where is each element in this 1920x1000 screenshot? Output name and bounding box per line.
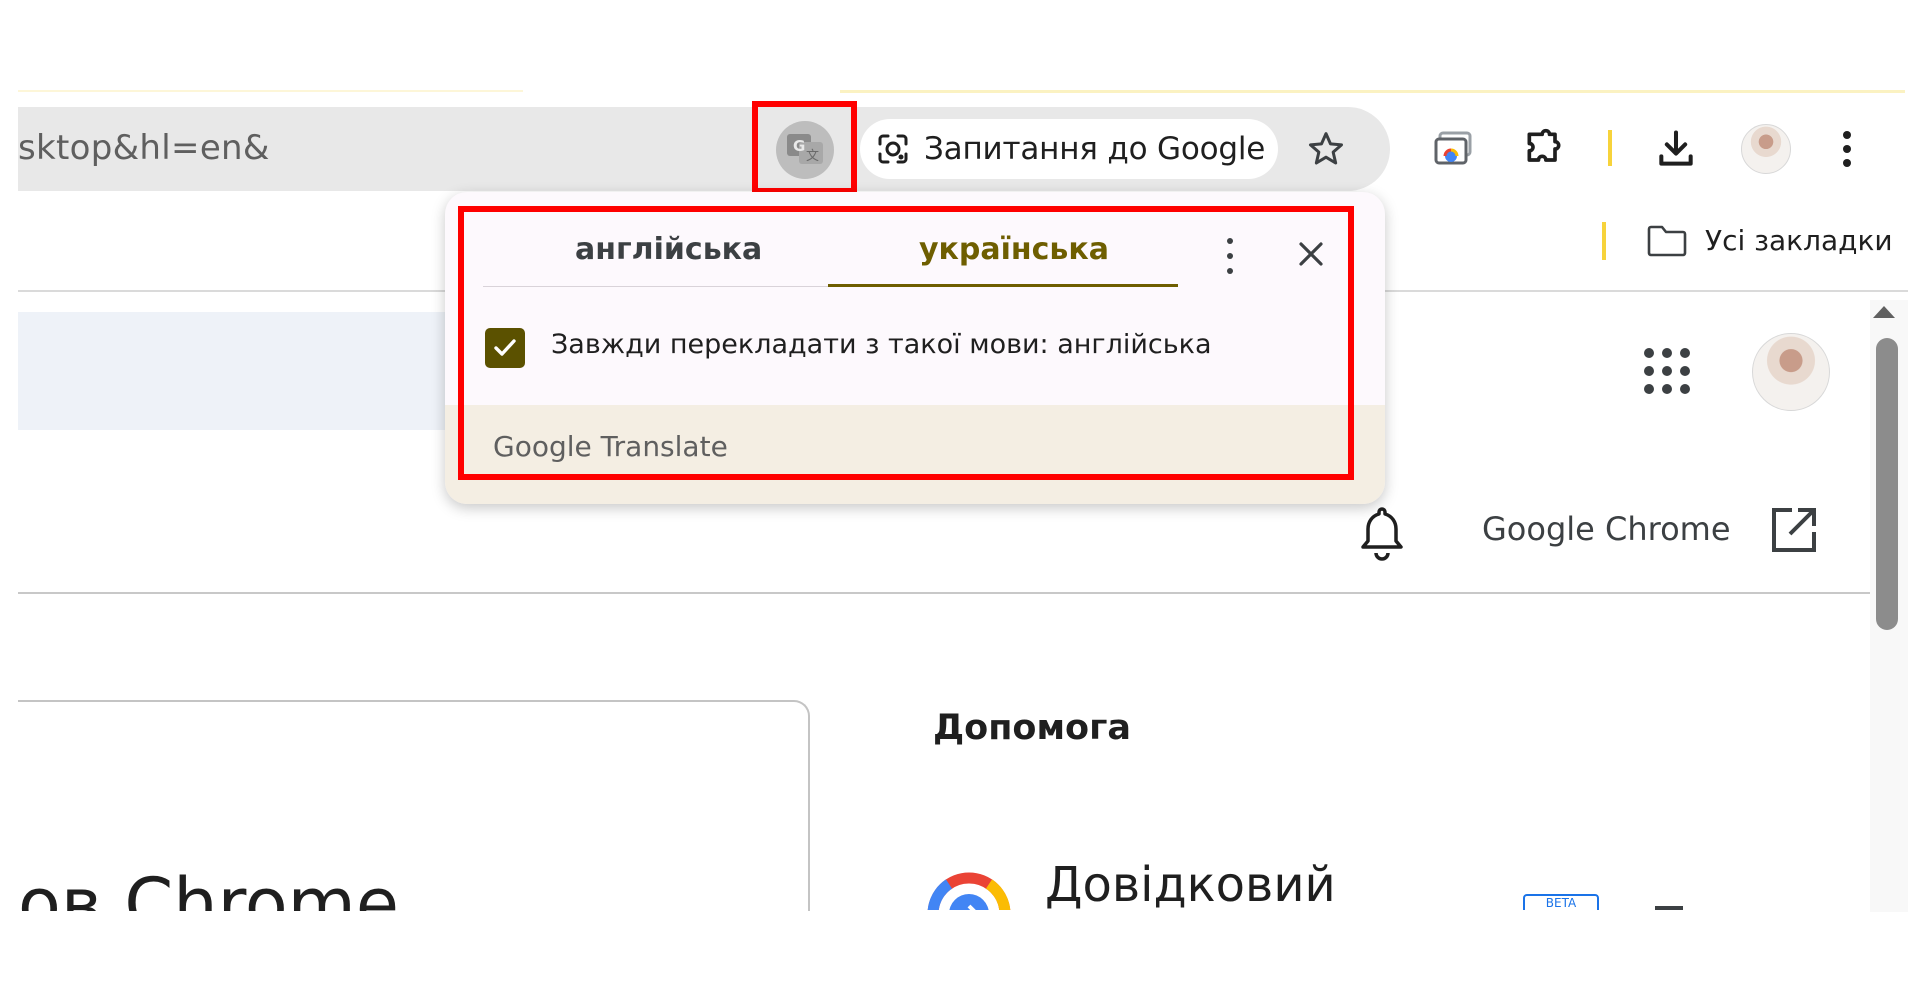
url-text[interactable]: sktop&hl=en& xyxy=(18,128,270,168)
apps-dot-icon xyxy=(1680,384,1690,394)
help-center-logo xyxy=(923,868,1015,910)
more-vertical-icon xyxy=(1843,131,1851,167)
page-bottom-blank xyxy=(0,911,1920,1000)
card-title: ов Chrome xyxy=(18,863,399,912)
google-apps-button[interactable] xyxy=(1644,348,1690,394)
scroll-up-arrow-icon[interactable] xyxy=(1873,306,1895,318)
apps-dot-icon xyxy=(1644,366,1654,376)
window-stack-icon xyxy=(1434,131,1472,165)
star-icon xyxy=(1309,132,1343,165)
puzzle-icon xyxy=(1527,128,1561,162)
apps-dot-icon xyxy=(1662,348,1672,358)
profile-avatar[interactable] xyxy=(1741,124,1791,174)
downloads-button[interactable] xyxy=(1650,123,1702,175)
all-bookmarks-folder[interactable] xyxy=(1646,224,1690,260)
chrome-menu-button[interactable] xyxy=(1832,123,1862,175)
content-divider xyxy=(18,592,1873,594)
extensions-button[interactable] xyxy=(1518,123,1570,175)
page-search-area[interactable] xyxy=(18,312,518,430)
folder-icon xyxy=(1647,225,1687,257)
download-icon xyxy=(1659,130,1693,166)
open-in-new-icon[interactable] xyxy=(1770,506,1818,554)
apps-dot-icon xyxy=(1662,384,1672,394)
help-heading: Допомога xyxy=(933,708,1132,748)
ask-google-chip[interactable]: Запитання до Google xyxy=(860,119,1278,179)
window-top-accent xyxy=(18,90,523,92)
bell-icon xyxy=(1361,507,1403,561)
scrollbar-thumb[interactable] xyxy=(1876,338,1898,630)
apps-dot-icon xyxy=(1680,366,1690,376)
external-link-icon xyxy=(1772,508,1816,552)
ask-google-label: Запитання до Google xyxy=(924,131,1266,167)
apps-dot-icon xyxy=(1644,348,1654,358)
highlight-translate-popup xyxy=(458,206,1354,480)
all-bookmarks-label[interactable]: Усі закладки xyxy=(1705,224,1893,257)
google-lens-icon xyxy=(878,134,908,164)
google-chrome-link[interactable]: Google Chrome xyxy=(1482,510,1731,548)
help-center-title[interactable]: Довідковий xyxy=(1045,855,1336,910)
bookmark-star-button[interactable] xyxy=(1303,126,1349,172)
apps-dot-icon xyxy=(1662,366,1672,376)
apps-dot-icon xyxy=(1680,348,1690,358)
bookmarks-separator xyxy=(1602,222,1606,260)
account-avatar[interactable] xyxy=(1752,333,1830,411)
tab-search-button[interactable] xyxy=(1428,123,1480,175)
toolbar-separator xyxy=(1608,130,1612,166)
collapse-icon[interactable] xyxy=(1655,906,1683,910)
google-help-logo-icon xyxy=(927,872,1011,910)
notifications-button[interactable] xyxy=(1357,503,1407,561)
highlight-translate-button xyxy=(752,101,857,194)
beta-badge: BETA xyxy=(1523,894,1599,910)
apps-dot-icon xyxy=(1644,384,1654,394)
window-top-accent-right xyxy=(840,90,1905,93)
